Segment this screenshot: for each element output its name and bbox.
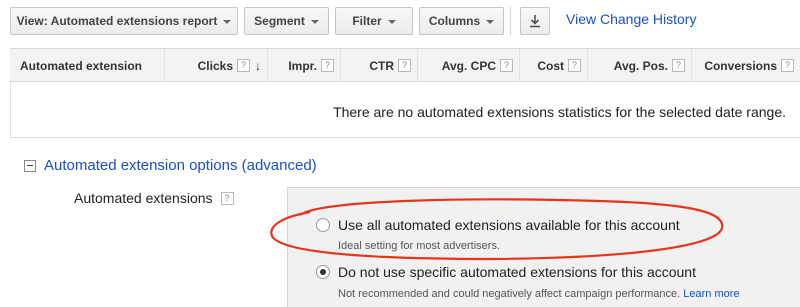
col-header-label: Cost: [537, 58, 564, 73]
help-icon[interactable]: ?: [220, 191, 234, 205]
col-header-label: Automated extension: [20, 58, 143, 73]
do-not-use-extensions-desc: Not recommended and could negatively aff…: [338, 288, 740, 300]
segment-dropdown[interactable]: Segment: [244, 7, 329, 35]
segment-label: Segment: [254, 14, 305, 28]
col-header-cost[interactable]: Cost ?: [520, 49, 588, 82]
col-header-automated-extension[interactable]: Automated extension: [10, 49, 165, 82]
col-header-label: Avg. CPC: [441, 58, 496, 73]
columns-dropdown[interactable]: Columns: [419, 7, 504, 35]
col-header-label: CTR: [369, 58, 394, 73]
col-header-avg-pos[interactable]: Avg. Pos. ?: [588, 49, 692, 82]
filter-dropdown[interactable]: Filter: [335, 7, 413, 35]
help-icon[interactable]: ?: [500, 59, 513, 72]
toolbar-divider: [510, 7, 511, 35]
view-change-history-link[interactable]: View Change History: [566, 11, 696, 27]
col-header-clicks[interactable]: Clicks ? ↓: [165, 49, 268, 82]
chevron-down-icon: [223, 20, 232, 24]
use-all-extensions-label[interactable]: Use all automated extensions available f…: [338, 217, 680, 233]
use-all-extensions-radio[interactable]: [316, 218, 330, 232]
stats-table-body: There are no automated extensions statis…: [10, 82, 800, 138]
collapse-minus-icon[interactable]: [24, 159, 36, 172]
options-section-toggle[interactable]: Automated extension options (advanced): [24, 157, 317, 174]
stats-table-header: Automated extension Clicks ? ↓ Impr. ? C…: [10, 48, 800, 82]
report-toolbar: View: Automated extensions report Segmen…: [0, 0, 800, 44]
automated-extensions-field-label: Automated extensions ?: [74, 190, 234, 206]
columns-label: Columns: [428, 14, 481, 28]
filter-label: Filter: [352, 14, 382, 28]
col-header-impr[interactable]: Impr. ?: [268, 49, 341, 82]
help-icon[interactable]: ?: [672, 59, 685, 72]
do-not-use-extensions-radio[interactable]: [316, 265, 330, 279]
download-button[interactable]: [520, 7, 550, 35]
col-header-label: Impr.: [288, 58, 317, 73]
learn-more-link[interactable]: Learn more: [683, 288, 739, 300]
col-header-label: Avg. Pos.: [613, 58, 668, 73]
col-header-label: Clicks: [197, 58, 233, 73]
help-icon[interactable]: ?: [237, 59, 250, 72]
col-header-avg-cpc[interactable]: Avg. CPC ?: [418, 49, 520, 82]
download-icon: [530, 15, 540, 28]
empty-table-message: There are no automated extensions statis…: [333, 104, 786, 120]
help-icon[interactable]: ?: [781, 59, 794, 72]
col-header-label: Conversions: [704, 58, 777, 73]
col-header-conversions[interactable]: Conversions ?: [692, 49, 800, 82]
do-not-use-desc-text: Not recommended and could negatively aff…: [338, 288, 681, 300]
help-icon[interactable]: ?: [321, 59, 334, 72]
field-label-text: Automated extensions: [74, 190, 213, 206]
chevron-down-icon: [486, 20, 495, 24]
help-icon[interactable]: ?: [398, 59, 411, 72]
help-icon[interactable]: ?: [568, 59, 581, 72]
chevron-down-icon: [387, 20, 396, 24]
col-header-ctr[interactable]: CTR ?: [341, 49, 418, 82]
view-report-label: View: Automated extensions report: [16, 14, 218, 28]
view-report-dropdown[interactable]: View: Automated extensions report: [10, 7, 238, 35]
sort-down-arrow-icon: ↓: [255, 58, 261, 73]
chevron-down-icon: [310, 20, 319, 24]
use-all-extensions-desc: Ideal setting for most advertisers.: [338, 240, 501, 252]
options-section-title[interactable]: Automated extension options (advanced): [44, 157, 317, 174]
do-not-use-extensions-label[interactable]: Do not use specific automated extensions…: [338, 264, 696, 280]
automated-extensions-options-panel: Use all automated extensions available f…: [287, 187, 800, 307]
